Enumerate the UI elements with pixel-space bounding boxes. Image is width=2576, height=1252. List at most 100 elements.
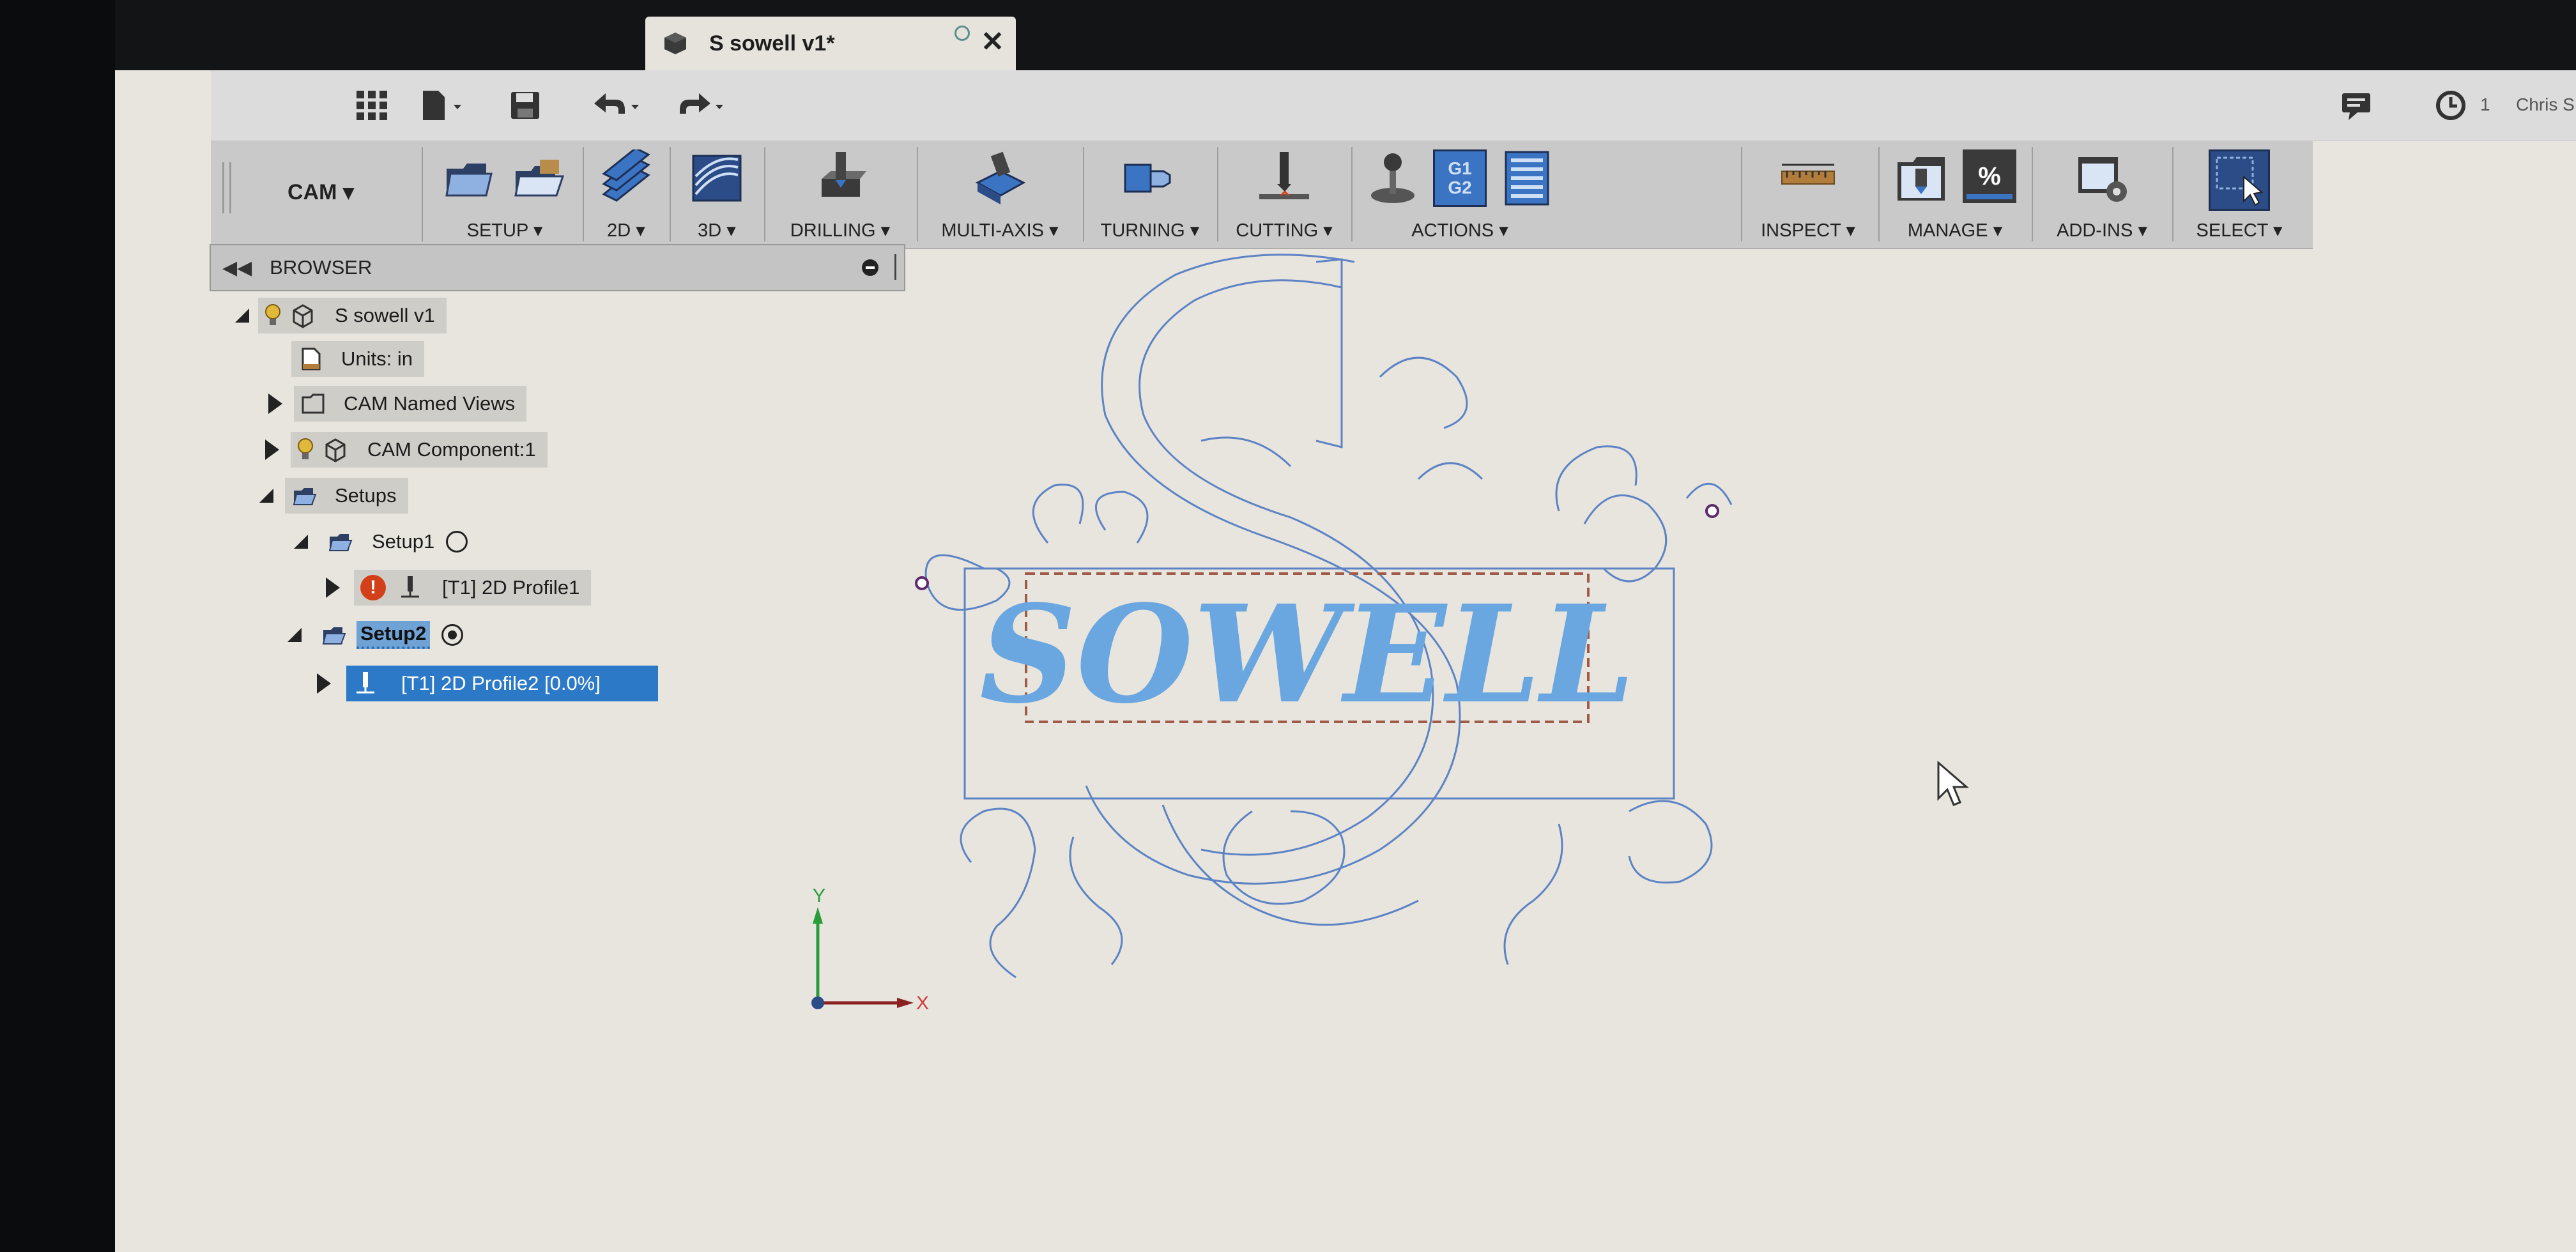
multi-axis-icon[interactable] xyxy=(971,149,1029,207)
visibility-bulb-icon[interactable] xyxy=(297,438,314,462)
job-status-icon[interactable] xyxy=(2433,88,2471,123)
setup-folder-icon xyxy=(328,534,353,551)
tree-root[interactable]: S sowell v1 xyxy=(235,298,447,333)
job-count: 1 xyxy=(2480,95,2490,114)
expand-toggle-icon[interactable] xyxy=(268,393,282,414)
expand-toggle-icon[interactable] xyxy=(326,577,340,598)
setup1-row[interactable]: Setup1 xyxy=(294,524,479,560)
toolbar-grip[interactable] xyxy=(222,162,231,213)
file-menu-icon[interactable] xyxy=(417,88,468,123)
cutting-group[interactable]: CUTTING ▾ xyxy=(1220,141,1348,248)
select-cursor-icon[interactable] xyxy=(2209,149,2270,211)
setup2-node[interactable]: Setup2 xyxy=(314,617,475,653)
undo-icon[interactable] xyxy=(586,88,644,123)
drilling-group[interactable]: DRILLING ▾ xyxy=(767,141,914,248)
simulate-joystick-icon[interactable] xyxy=(1364,149,1422,207)
multi-axis-group[interactable]: MULTI-AXIS ▾ xyxy=(920,141,1080,248)
workspace-switcher[interactable]: CAM ▾ xyxy=(288,164,354,221)
2d-stack-icon[interactable] xyxy=(597,149,655,207)
model-viewport[interactable]: SOWELL xyxy=(805,236,1738,1009)
setup-group[interactable]: SETUP ▾ xyxy=(428,141,581,248)
ribbon-separator xyxy=(1878,147,1880,241)
drill-icon[interactable] xyxy=(811,149,869,207)
manage-group[interactable]: % MANAGE ▾ xyxy=(1882,141,2028,248)
expand-toggle-icon[interactable] xyxy=(317,673,331,694)
named-views-row[interactable]: CAM Named Views xyxy=(268,386,527,422)
units-node[interactable]: Units: in xyxy=(291,341,424,377)
op1-node[interactable]: ! [T1] 2D Profile1 xyxy=(354,570,592,606)
component-icon xyxy=(325,438,346,462)
manage-group-label: MANAGE ▾ xyxy=(1907,220,2003,241)
expand-toggle-icon[interactable] xyxy=(265,439,279,460)
ribbon-separator xyxy=(1083,147,1084,241)
3d-group[interactable]: 3D ▾ xyxy=(672,141,762,248)
stock-folder-icon[interactable] xyxy=(510,149,568,207)
data-panel-grid-icon[interactable] xyxy=(353,88,391,123)
turning-group[interactable]: TURNING ▾ xyxy=(1086,141,1214,248)
fusion-window: S sowell v1* ✕ 1 Chris S CAM ▾ SETUP ▾ 2… xyxy=(115,0,2576,1252)
axis-triad: Y X xyxy=(811,885,929,1009)
3d-surface-icon[interactable] xyxy=(688,149,746,207)
actions-group[interactable]: G1 G2 ACTIONS ▾ xyxy=(1354,141,1565,248)
profile-tool-icon xyxy=(401,576,419,598)
user-name[interactable]: Chris S xyxy=(2516,95,2575,115)
post-library-percent-icon[interactable]: % xyxy=(1963,149,2016,203)
named-views-label: CAM Named Views xyxy=(344,392,516,415)
notifications-icon[interactable] xyxy=(2337,88,2375,123)
setup-sheet-icon[interactable] xyxy=(1498,149,1556,207)
units-document-icon xyxy=(302,347,321,370)
setups-node[interactable]: Setups xyxy=(285,478,408,514)
document-tab[interactable]: S sowell v1* ✕ xyxy=(645,17,1016,70)
document-component-icon xyxy=(293,304,313,328)
quick-access-toolbar: 1 Chris S xyxy=(211,70,2576,141)
activate-setup-radio[interactable] xyxy=(446,531,468,553)
component-row[interactable]: CAM Component:1 xyxy=(265,432,548,468)
named-views-node[interactable]: CAM Named Views xyxy=(294,386,527,422)
expand-toggle-icon[interactable] xyxy=(259,489,273,503)
redo-icon[interactable] xyxy=(671,88,728,123)
setup2-row[interactable]: Setup2 xyxy=(288,617,475,653)
select-group[interactable]: SELECT ▾ xyxy=(2175,141,2303,248)
visibility-bulb-icon[interactable] xyxy=(264,303,281,328)
units-row[interactable]: Units: in xyxy=(282,341,424,377)
save-icon[interactable] xyxy=(506,88,544,123)
setup1-node[interactable]: Setup1 xyxy=(321,524,479,560)
ribbon-separator xyxy=(764,147,765,241)
expand-toggle-icon[interactable] xyxy=(294,535,308,549)
setups-row[interactable]: Setups xyxy=(259,478,408,514)
sowell-text-model[interactable]: SOWELL xyxy=(979,576,1635,733)
op1-row[interactable]: ! [T1] 2D Profile1 xyxy=(326,570,592,606)
browser-panel-header[interactable]: ◀◀ BROWSER xyxy=(210,244,905,291)
select-group-label: SELECT ▾ xyxy=(2196,220,2283,241)
units-label: Units: in xyxy=(341,347,413,370)
inspect-group[interactable]: INSPECT ▾ xyxy=(1744,141,1872,248)
ribbon-separator xyxy=(917,147,918,241)
lower-flourish-right xyxy=(1628,800,1713,884)
close-tab-icon[interactable]: ✕ xyxy=(981,28,1004,56)
op2-row[interactable]: [T1] 2D Profile2 [0.0%] xyxy=(317,666,658,701)
point-marker-left[interactable] xyxy=(915,576,929,590)
collapse-browser-icon[interactable]: ◀◀ xyxy=(222,257,252,279)
tool-library-icon[interactable] xyxy=(1894,149,1951,207)
setup-folder-icon[interactable] xyxy=(441,149,499,207)
active-setup-radio[interactable] xyxy=(441,624,464,646)
op2-label: [T1] 2D Profile2 [0.0%] xyxy=(401,672,601,694)
root-node[interactable]: S sowell v1 xyxy=(258,298,447,333)
cutting-torch-icon[interactable] xyxy=(1255,149,1313,207)
2d-group[interactable]: 2D ▾ xyxy=(585,141,668,248)
ribbon-toolbar: CAM ▾ SETUP ▾ 2D ▾ 3D ▾ DRILLING ▾ MULTI… xyxy=(211,141,2313,249)
setup-folder-icon xyxy=(322,627,346,645)
post-process-gcode-icon[interactable]: G1 G2 xyxy=(1433,149,1487,207)
add-ins-group[interactable]: ADD-INS ▾ xyxy=(2035,141,2169,248)
expand-toggle-icon[interactable] xyxy=(235,309,249,323)
ribbon-separator xyxy=(422,147,423,241)
expand-toggle-icon[interactable] xyxy=(288,628,302,642)
component-node[interactable]: CAM Component:1 xyxy=(291,432,548,468)
point-marker-right[interactable] xyxy=(1705,504,1719,518)
op2-node-selected[interactable]: [T1] 2D Profile2 [0.0%] xyxy=(346,666,658,701)
scripts-addins-icon[interactable] xyxy=(2073,149,2131,207)
measure-icon[interactable] xyxy=(1779,149,1837,207)
ribbon-separator xyxy=(1741,147,1742,241)
gcode-line2: G2 xyxy=(1448,178,1472,197)
turning-icon[interactable] xyxy=(1121,149,1179,207)
